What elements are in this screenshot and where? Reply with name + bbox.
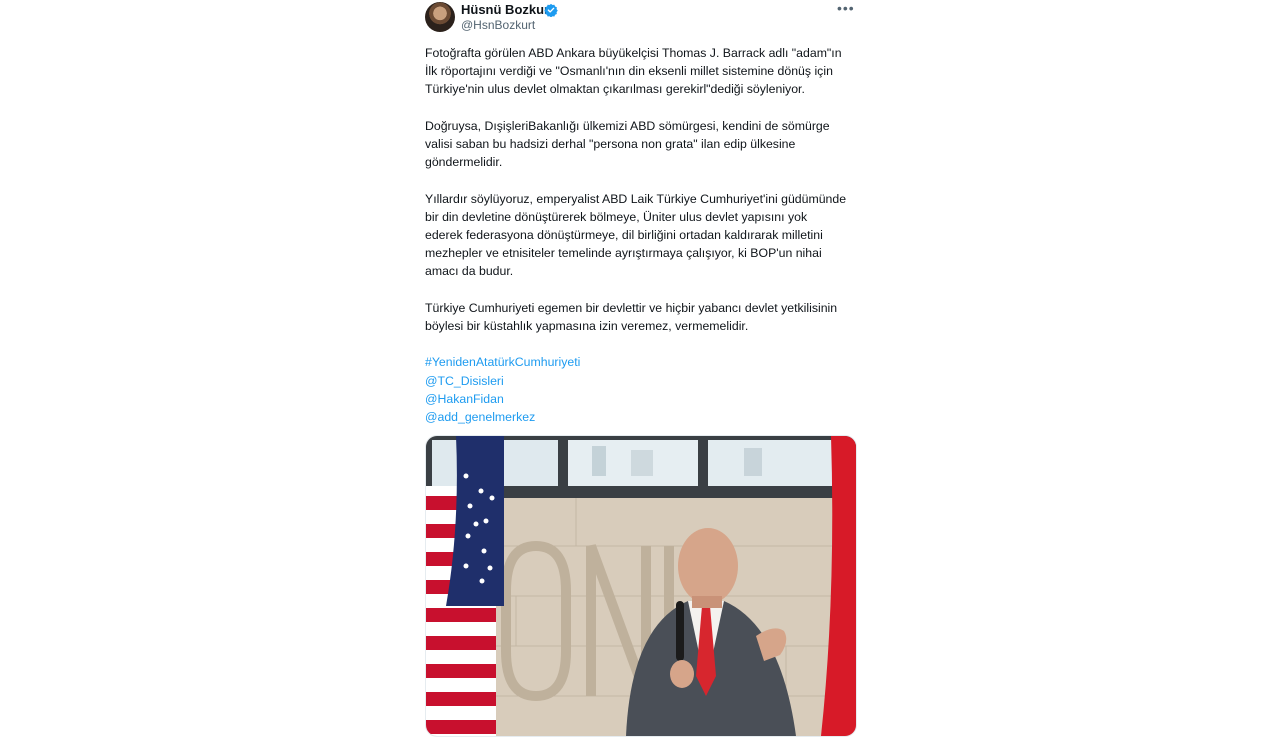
- mention-link[interactable]: @TC_Disisleri: [425, 372, 857, 390]
- mention-link[interactable]: @add_genelmerkez: [425, 408, 857, 426]
- mention-link[interactable]: @HakanFidan: [425, 390, 857, 408]
- author-display-name[interactable]: Hüsnü Bozkurt: [461, 2, 553, 17]
- hashtag-link[interactable]: #YenidenAtatürkCumhuriyeti: [425, 353, 857, 371]
- author-handle[interactable]: @HsnBozkurt: [461, 18, 535, 32]
- avatar[interactable]: [425, 2, 455, 32]
- verified-badge-icon: [544, 3, 558, 17]
- more-options-icon[interactable]: •••: [837, 1, 855, 15]
- tweet-header: Hüsnü Bozkurt @HsnBozkurt •••: [425, 0, 855, 36]
- photo-illustration: [426, 436, 856, 736]
- tweet-links: #YenidenAtatürkCumhuriyeti @TC_Disisleri…: [425, 353, 857, 426]
- tweet-paragraph: Doğruysa, DışişleriBakanlığı ülkemizi AB…: [425, 118, 830, 170]
- tweet-text: Fotoğrafta görülen ABD Ankara büyükelçis…: [425, 44, 857, 426]
- tweet-card: Hüsnü Bozkurt @HsnBozkurt ••• Fotoğrafta…: [425, 0, 857, 737]
- tweet-paragraph: Yıllardır söylüyoruz, emperyalist ABD La…: [425, 191, 847, 279]
- tweet-photo[interactable]: [425, 435, 857, 737]
- tweet-paragraph: Fotoğrafta görülen ABD Ankara büyükelçis…: [425, 46, 842, 97]
- tweet-paragraph: Türkiye Cumhuriyeti egemen bir devlettir…: [425, 300, 838, 333]
